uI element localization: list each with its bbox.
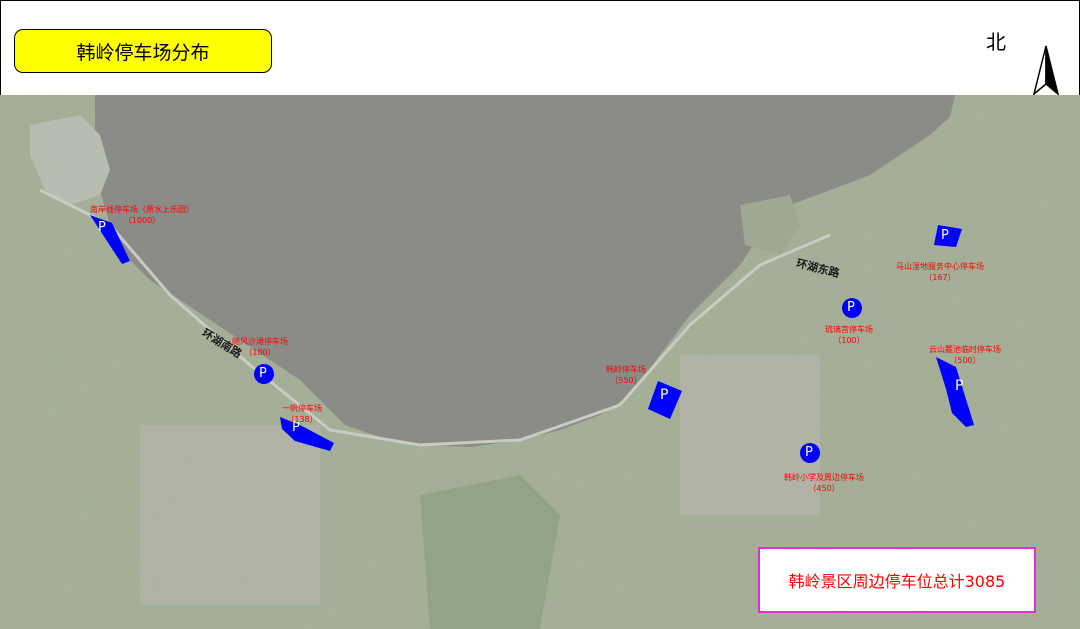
parking-name: 韩岭小学及周边停车场: [784, 473, 864, 482]
parking-capacity: （450）: [808, 484, 840, 493]
parking-label-hanling: 韩岭停车场 （550）: [606, 364, 646, 386]
parking-label-yunshan: 云山麓池临时停车场 （500）: [929, 344, 1001, 366]
parking-label-nanan: 南岸线停车场（原水上乐园） （1000）: [90, 204, 194, 226]
parking-capacity: （550）: [610, 376, 642, 385]
parking-capacity: （167）: [924, 273, 956, 282]
north-label: 北: [986, 30, 1006, 54]
parking-name: 韩岭停车场: [606, 365, 646, 374]
total-parking-summary: 韩岭景区周边停车位总计3085: [758, 547, 1036, 613]
parking-capacity: （500）: [949, 356, 981, 365]
parking-name: 一帆停车场: [282, 404, 322, 413]
parking-p-yunshan: P: [955, 378, 964, 394]
parking-capacity: （100）: [833, 336, 865, 345]
parking-label-suifeng: 随风沙滩停车场 （180）: [232, 336, 288, 358]
north-arrow-icon: [1032, 45, 1060, 96]
page-title: 韩岭停车场分布: [14, 29, 272, 73]
parking-capacity: （180）: [244, 348, 276, 357]
parking-label-liuligong: 琉璃宫停车场 （100）: [825, 324, 873, 346]
parking-p-mashan: P: [941, 228, 949, 243]
parking-label-yifan: 一帆停车场 （138）: [282, 403, 322, 425]
parking-p-liuligong: P: [847, 300, 855, 315]
parking-capacity: （138）: [286, 415, 318, 424]
parking-name: 琉璃宫停车场: [825, 325, 873, 334]
parking-label-xiaoxue: 韩岭小学及周边停车场 （450）: [784, 472, 864, 494]
parking-label-mashan: 马山湿地服务中心停车场 （167）: [896, 261, 984, 283]
parking-p-xiaoxue: P: [805, 445, 813, 460]
parking-name: 马山湿地服务中心停车场: [896, 262, 984, 271]
parking-capacity: （1000）: [123, 216, 161, 225]
parking-name: 云山麓池临时停车场: [929, 345, 1001, 354]
parking-name: 随风沙滩停车场: [232, 337, 288, 346]
parking-p-hanling: P: [660, 387, 669, 403]
golf-course: [420, 475, 560, 629]
parking-name: 南岸线停车场（原水上乐园）: [90, 205, 194, 214]
parking-p-suifeng: P: [259, 366, 267, 381]
village-southwest: [140, 425, 320, 605]
